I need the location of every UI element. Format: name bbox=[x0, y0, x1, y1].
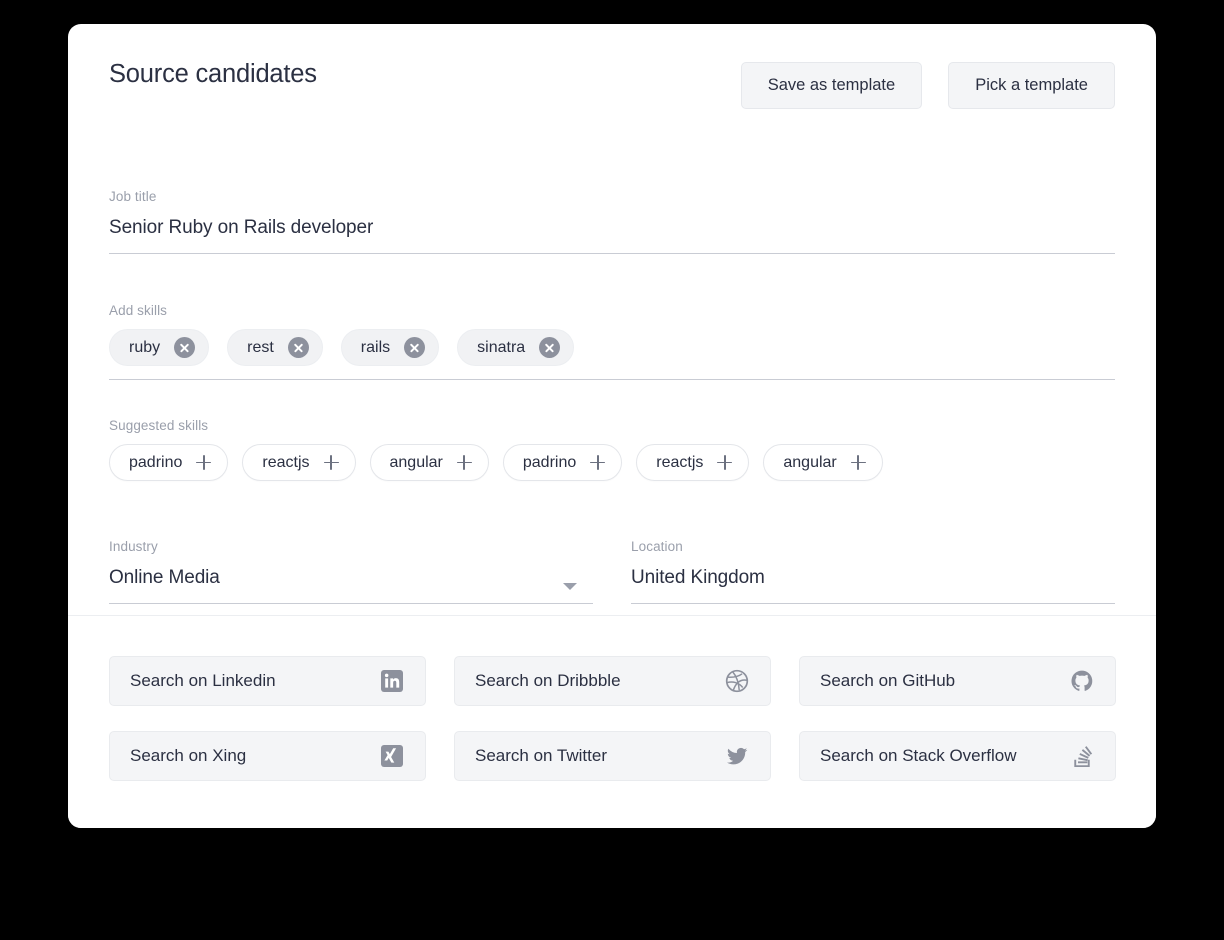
plus-icon[interactable] bbox=[324, 455, 339, 470]
source-candidates-card: Source candidates Save as template Pick … bbox=[68, 24, 1156, 828]
suggested-skill-chip[interactable]: reactjs bbox=[242, 444, 355, 481]
suggested-skill-chip[interactable]: padrino bbox=[503, 444, 622, 481]
xing-icon bbox=[378, 742, 406, 770]
page-title: Source candidates bbox=[109, 60, 317, 89]
plus-icon[interactable] bbox=[457, 455, 472, 470]
industry-underline bbox=[109, 603, 593, 604]
skill-chip-list: ruby rest rails sinatra bbox=[109, 329, 1115, 366]
skill-chip-label: ruby bbox=[129, 339, 160, 357]
job-title-field: Job title Senior Ruby on Rails developer bbox=[109, 189, 1115, 254]
search-actions-grid: Search on Linkedin Search on Dribbble bbox=[109, 656, 1115, 781]
suggested-skill-label: padrino bbox=[523, 454, 576, 472]
search-on-linkedin-button[interactable]: Search on Linkedin bbox=[109, 656, 426, 706]
skill-chip[interactable]: rest bbox=[227, 329, 323, 366]
job-title-input[interactable]: Senior Ruby on Rails developer bbox=[109, 217, 1115, 239]
skill-chip[interactable]: sinatra bbox=[457, 329, 574, 366]
search-on-twitter-button[interactable]: Search on Twitter bbox=[454, 731, 771, 781]
job-title-underline bbox=[109, 253, 1115, 254]
suggested-skill-chip[interactable]: angular bbox=[763, 444, 882, 481]
industry-select[interactable]: Online Media bbox=[109, 567, 593, 589]
suggested-skill-chip[interactable]: padrino bbox=[109, 444, 228, 481]
close-icon[interactable] bbox=[404, 337, 425, 358]
suggested-skills-label: Suggested skills bbox=[109, 418, 1115, 433]
location-field: Location United Kingdom bbox=[631, 539, 1115, 604]
search-on-dribbble-button[interactable]: Search on Dribbble bbox=[454, 656, 771, 706]
suggested-skills-field: Suggested skills padrino reactjs angular… bbox=[109, 418, 1115, 481]
search-on-xing-button[interactable]: Search on Xing bbox=[109, 731, 426, 781]
plus-icon[interactable] bbox=[196, 455, 211, 470]
skill-chip-label: rails bbox=[361, 339, 390, 357]
pick-a-template-button[interactable]: Pick a template bbox=[948, 62, 1115, 109]
plus-icon[interactable] bbox=[590, 455, 605, 470]
plus-icon[interactable] bbox=[717, 455, 732, 470]
skill-chip[interactable]: rails bbox=[341, 329, 439, 366]
add-skills-field: Add skills ruby rest rails sinatra bbox=[109, 303, 1115, 380]
search-on-stack-overflow-button[interactable]: Search on Stack Overflow bbox=[799, 731, 1116, 781]
search-on-github-label: Search on GitHub bbox=[820, 671, 955, 691]
plus-icon[interactable] bbox=[851, 455, 866, 470]
form-body: Job title Senior Ruby on Rails developer… bbox=[68, 142, 1156, 639]
industry-location-row: Industry Online Media Location United Ki… bbox=[109, 539, 1115, 604]
github-icon bbox=[1068, 667, 1096, 695]
add-skills-underline bbox=[109, 379, 1115, 380]
industry-field: Industry Online Media bbox=[109, 539, 593, 604]
suggested-skill-label: angular bbox=[783, 454, 836, 472]
card-header: Source candidates Save as template Pick … bbox=[68, 24, 1156, 142]
search-on-github-button[interactable]: Search on GitHub bbox=[799, 656, 1116, 706]
header-actions: Save as template Pick a template bbox=[741, 62, 1115, 109]
linkedin-icon bbox=[378, 667, 406, 695]
search-on-stack-overflow-label: Search on Stack Overflow bbox=[820, 746, 1017, 766]
add-skills-label: Add skills bbox=[109, 303, 1115, 318]
suggested-skill-chip[interactable]: angular bbox=[370, 444, 489, 481]
skill-chip-label: sinatra bbox=[477, 339, 525, 357]
job-title-label: Job title bbox=[109, 189, 1115, 204]
suggested-skill-label: padrino bbox=[129, 454, 182, 472]
close-icon[interactable] bbox=[174, 337, 195, 358]
chevron-down-icon[interactable] bbox=[563, 583, 577, 590]
suggested-skill-label: angular bbox=[390, 454, 443, 472]
suggested-skill-chip[interactable]: reactjs bbox=[636, 444, 749, 481]
dribbble-icon bbox=[723, 667, 751, 695]
twitter-icon bbox=[723, 742, 751, 770]
search-on-dribbble-label: Search on Dribbble bbox=[475, 671, 621, 691]
industry-label: Industry bbox=[109, 539, 593, 554]
location-label: Location bbox=[631, 539, 1115, 554]
save-as-template-button[interactable]: Save as template bbox=[741, 62, 923, 109]
search-on-linkedin-label: Search on Linkedin bbox=[130, 671, 276, 691]
location-underline bbox=[631, 603, 1115, 604]
close-icon[interactable] bbox=[288, 337, 309, 358]
suggested-skill-label: reactjs bbox=[656, 454, 703, 472]
search-actions-section: Search on Linkedin Search on Dribbble bbox=[68, 616, 1156, 828]
search-on-xing-label: Search on Xing bbox=[130, 746, 246, 766]
search-on-twitter-label: Search on Twitter bbox=[475, 746, 607, 766]
close-icon[interactable] bbox=[539, 337, 560, 358]
skill-chip-label: rest bbox=[247, 339, 274, 357]
suggested-skill-label: reactjs bbox=[262, 454, 309, 472]
location-input[interactable]: United Kingdom bbox=[631, 567, 1115, 589]
skill-chip[interactable]: ruby bbox=[109, 329, 209, 366]
suggested-chip-list: padrino reactjs angular padrino reactjs bbox=[109, 444, 1115, 481]
stackoverflow-icon bbox=[1068, 742, 1096, 770]
